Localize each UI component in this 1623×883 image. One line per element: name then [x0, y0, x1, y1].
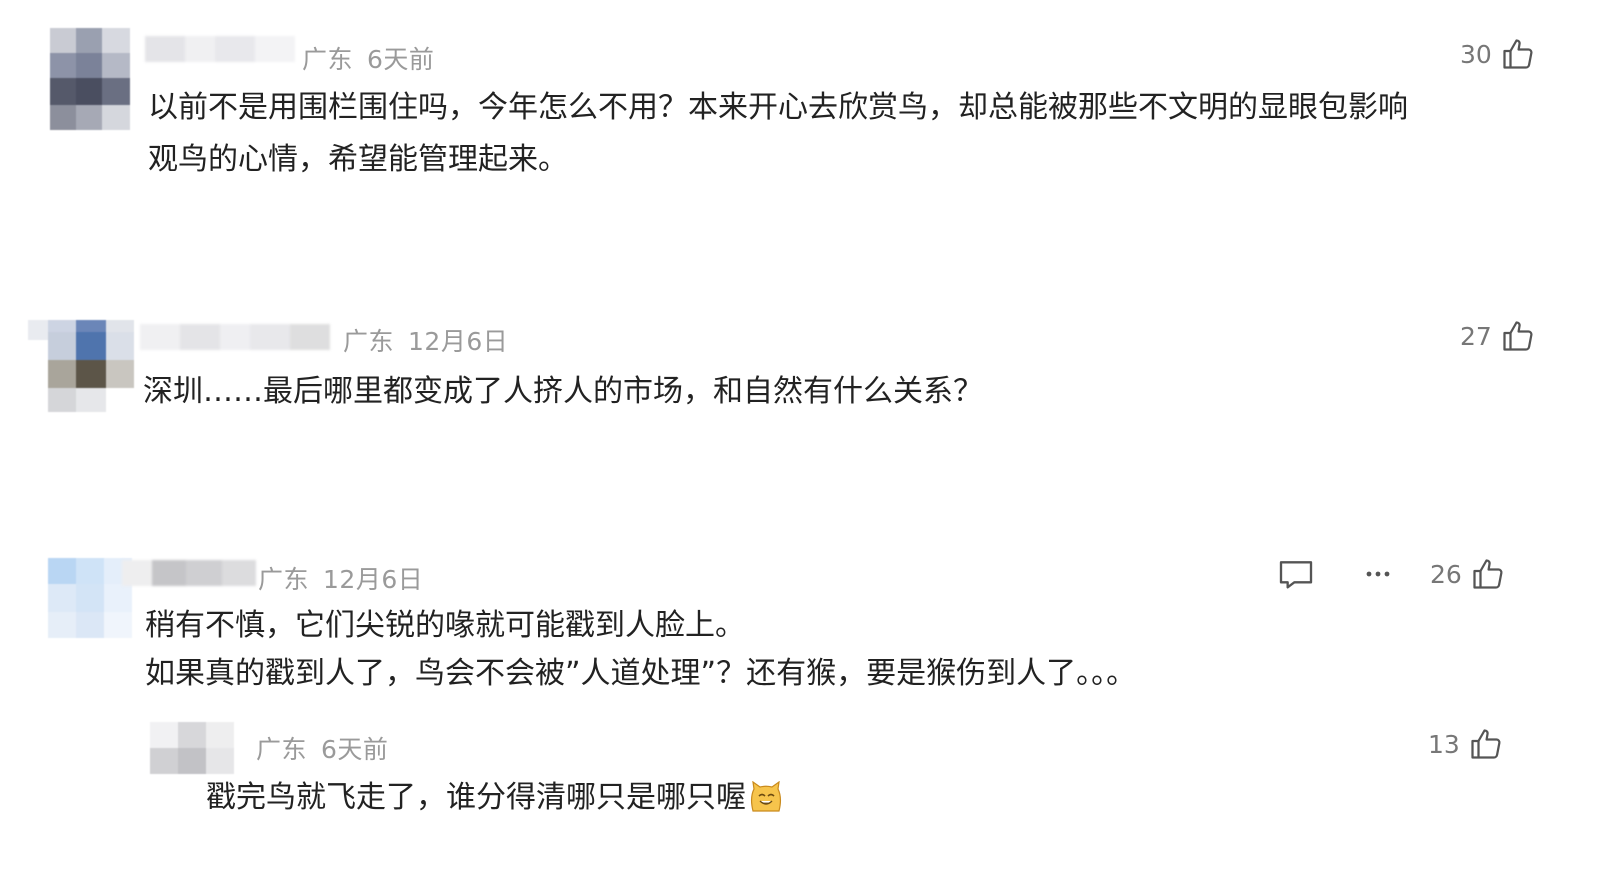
reply-text: 戳完鸟就飞走了，谁分得清哪只是哪只喔	[206, 772, 784, 830]
comment-text: 以前不是用围栏围住吗，今年怎么不用？本来开心去欣赏鸟，却总能被那些不文明的显眼包…	[148, 82, 1408, 186]
more-dots-icon[interactable]	[1360, 556, 1396, 592]
comment-line: 如果真的戳到人了，鸟会不会被”人道处理”？还有猴，要是猴伤到人了。。。	[145, 656, 1137, 691]
timestamp: 12月6日	[408, 327, 509, 356]
comment-meta: 广东 12月6日	[258, 560, 423, 596]
reply-line: 戳完鸟就飞走了，谁分得清哪只是哪只喔	[206, 780, 746, 815]
comment-line: 观鸟的心情，希望能管理起来。	[148, 142, 568, 177]
location-label: 广东	[256, 735, 308, 764]
thumbs-up-icon[interactable]	[1500, 318, 1536, 354]
timestamp: 6天前	[367, 45, 435, 74]
like-count: 30	[1460, 39, 1492, 69]
username-redacted[interactable]	[145, 36, 295, 62]
comment-line: 稍有不慎，它们尖锐的喙就可能戳到人脸上。	[145, 608, 745, 643]
comment-text: 稍有不慎，它们尖锐的喙就可能戳到人脸上。 如果真的戳到人了，鸟会不会被”人道处理…	[145, 602, 1136, 698]
comment-meta: 广东 12月6日	[343, 322, 508, 358]
comment-item: 广东 6天前 30 以前不是用围栏围住吗，今年怎么不用？本来开心去欣赏鸟，却总能被…	[0, 0, 1623, 260]
comment-item: 广东 12月6日 27 深圳……最后哪里都变成了人挤人的市场，和自然有什么关系？	[0, 300, 1623, 520]
comment-bubble-icon[interactable]	[1276, 554, 1316, 594]
reply-meta: 广东 6天前	[256, 730, 388, 766]
username-redacted[interactable]	[140, 324, 330, 350]
like-count: 27	[1460, 321, 1492, 351]
comment-text: 深圳……最后哪里都变成了人挤人的市场，和自然有什么关系？	[143, 366, 983, 418]
avatar[interactable]	[28, 320, 134, 412]
like-count: 13	[1428, 729, 1460, 759]
username-redacted[interactable]	[122, 560, 256, 586]
timestamp: 6天前	[321, 735, 389, 764]
like-count: 26	[1430, 559, 1462, 589]
comment-actions: 26	[1276, 554, 1506, 594]
location-label: 广东	[343, 327, 395, 356]
comment-line: 深圳……最后哪里都变成了人挤人的市场，和自然有什么关系？	[143, 374, 983, 409]
timestamp: 12月6日	[323, 565, 424, 594]
reply-actions: 13	[1428, 724, 1504, 764]
thumbs-up-icon[interactable]	[1468, 726, 1504, 762]
comment-item: 广东 12月6日 26 稍有不慎，它们尖锐的喙就可能戳到人脸上。 如果真的戳到人了…	[0, 540, 1623, 883]
location-label: 广东	[302, 45, 354, 74]
comment-actions: 27	[1460, 316, 1536, 356]
avatar[interactable]	[48, 558, 132, 638]
comment-meta: 广东 6天前	[302, 40, 434, 76]
avatar[interactable]	[150, 722, 234, 774]
avatar[interactable]	[50, 28, 130, 130]
comment-actions: 30	[1460, 34, 1536, 74]
cat-face-emoji-icon	[748, 778, 784, 830]
comment-line: 以前不是用围栏围住吗，今年怎么不用？本来开心去欣赏鸟，却总能被那些不文明的显眼包…	[148, 90, 1408, 125]
thumbs-up-icon[interactable]	[1470, 556, 1506, 592]
location-label: 广东	[258, 565, 310, 594]
thumbs-up-icon[interactable]	[1500, 36, 1536, 72]
